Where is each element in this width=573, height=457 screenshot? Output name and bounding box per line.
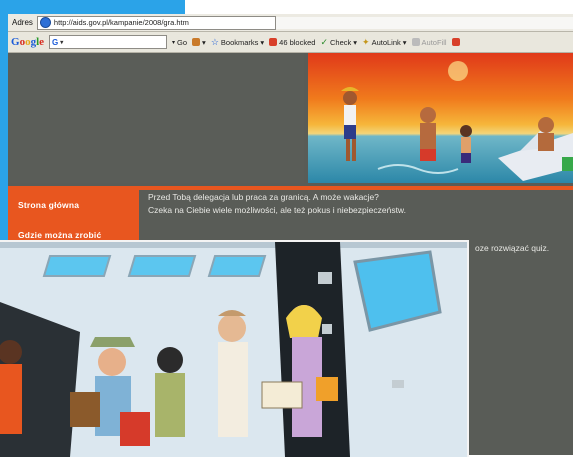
chevron-down-icon[interactable]: ▾ [60,39,63,46]
autofill-icon [411,38,420,46]
spellcheck-icon: ✓ [320,36,328,47]
more-button[interactable] [451,38,460,46]
person-left-figure [341,87,359,161]
header-panel [8,53,304,183]
water-splash-shape [377,164,459,174]
chevron-down-icon: ▾ [353,37,358,47]
nav-item-where-to-test[interactable]: Gdzie można zrobić [18,230,101,240]
address-input[interactable]: http://aids.gov.pl/kampanie/2008/gra.htm [36,15,276,30]
sun-shape [448,61,468,81]
toolbar-options-icon [192,38,201,46]
go-button[interactable]: ▾ Go [172,38,187,47]
address-bar-filler [275,16,573,29]
check-label: Check [330,37,352,47]
chevron-down-icon: ▾ [260,37,265,47]
blocked-label: 46 blocked [279,37,316,47]
traveler-tall-man [218,310,248,437]
autofill-label: AutoFill [421,37,447,47]
address-bar: Adres http://aids.gov.pl/kampanie/2008/g… [8,14,573,32]
beach-scene-art [341,61,573,181]
traveler-left-edge [0,340,22,434]
go-label: Go [177,37,188,47]
popup-blocker-button[interactable]: 46 blocked [269,38,315,47]
nav-item-home[interactable]: Strona główna [18,200,79,210]
more-icon [451,38,460,46]
intro-line-2: Czeka na Ciebie wiele możliwości, ale te… [148,205,406,215]
chevron-down-icon: ▾ [172,39,176,46]
bookmarks-button[interactable]: ☆ Bookmarks ▾ [211,37,264,48]
toolbar-options-button[interactable]: ▾ [192,38,206,47]
airport-illustration [0,240,469,457]
quiz-text: oze rozwiązać quiz. [475,243,550,253]
bookmarks-label: Bookmarks [220,37,259,47]
intro-text: Przed Tobą delegacja lub praca za granic… [148,191,568,217]
google-toolbar: Google G ▾ ▾ Go ▾ ☆ Bookmarks ▾ 46 block… [8,32,573,53]
star-icon: ☆ [210,36,219,47]
wand-icon: ✦ [362,36,370,47]
intro-line-1: Przed Tobą delegacja lub praca za granic… [148,192,379,202]
google-search-prefix: G [52,37,59,47]
chevron-down-icon: ▾ [402,37,407,47]
red-bag-shape [120,412,150,446]
traveler-dark-hair [155,347,185,437]
person-center-figure [420,107,436,161]
person-small-figure [460,125,472,163]
beach-illustration [308,53,573,183]
check-button[interactable]: ✓ Check ▾ [320,37,357,48]
browser-frame-corner [0,0,185,14]
google-logo: Google [11,36,45,48]
plane-top-shape [0,242,467,248]
autolink-label: AutoLink [371,37,401,47]
page-icon [39,17,51,28]
airport-scene-art [0,242,467,457]
address-label: Adres [12,18,33,27]
address-url: http://aids.gov.pl/kampanie/2008/gra.htm [53,18,189,27]
google-search-input[interactable]: G ▾ [49,35,168,49]
popup-blocker-icon [269,38,278,46]
autofill-button[interactable]: AutoFill [411,37,447,47]
browser-frame-edge [0,14,8,244]
autolink-button[interactable]: ✦ AutoLink ▾ [362,37,407,48]
